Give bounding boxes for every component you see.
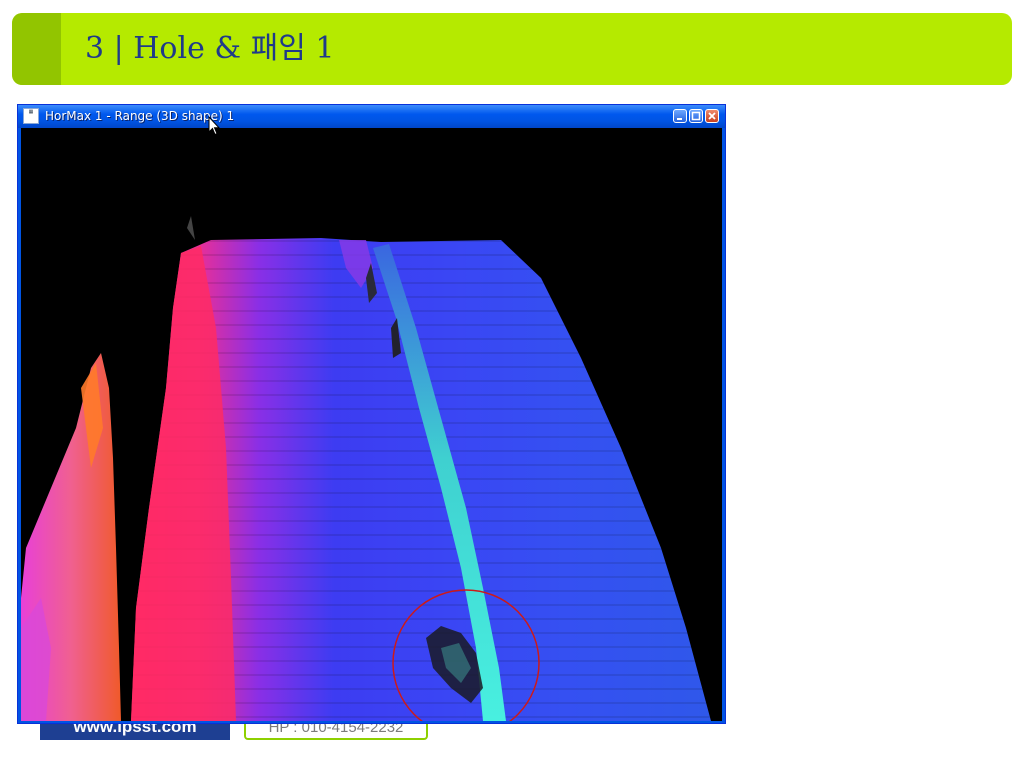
title-accent-block: [12, 13, 61, 85]
slide-title: 3 | Hole & 패임 1: [85, 31, 335, 66]
window-titlebar[interactable]: ▦ HorMax 1 - Range (3D shape) 1: [18, 105, 725, 128]
close-button[interactable]: [705, 109, 719, 123]
minimize-button[interactable]: [673, 109, 687, 123]
hormax-app-icon[interactable]: ▦: [23, 108, 39, 124]
slide: 3 | Hole & 패임 1 www.ipsst.com HP : 010-4…: [0, 0, 1024, 768]
window-title: HorMax 1 - Range (3D shape) 1: [45, 109, 235, 123]
title-banner: 3 | Hole & 패임 1: [12, 13, 1012, 85]
close-icon: [708, 112, 716, 120]
mouse-pointer-icon: [208, 116, 220, 136]
minimize-icon: [677, 118, 682, 120]
range-3d-surface: [21, 216, 711, 721]
maximize-button[interactable]: [689, 109, 703, 123]
range-3d-viewport[interactable]: [21, 128, 722, 721]
maximize-icon: [691, 111, 701, 121]
hormax-window[interactable]: ▦ HorMax 1 - Range (3D shape) 1: [17, 104, 726, 724]
